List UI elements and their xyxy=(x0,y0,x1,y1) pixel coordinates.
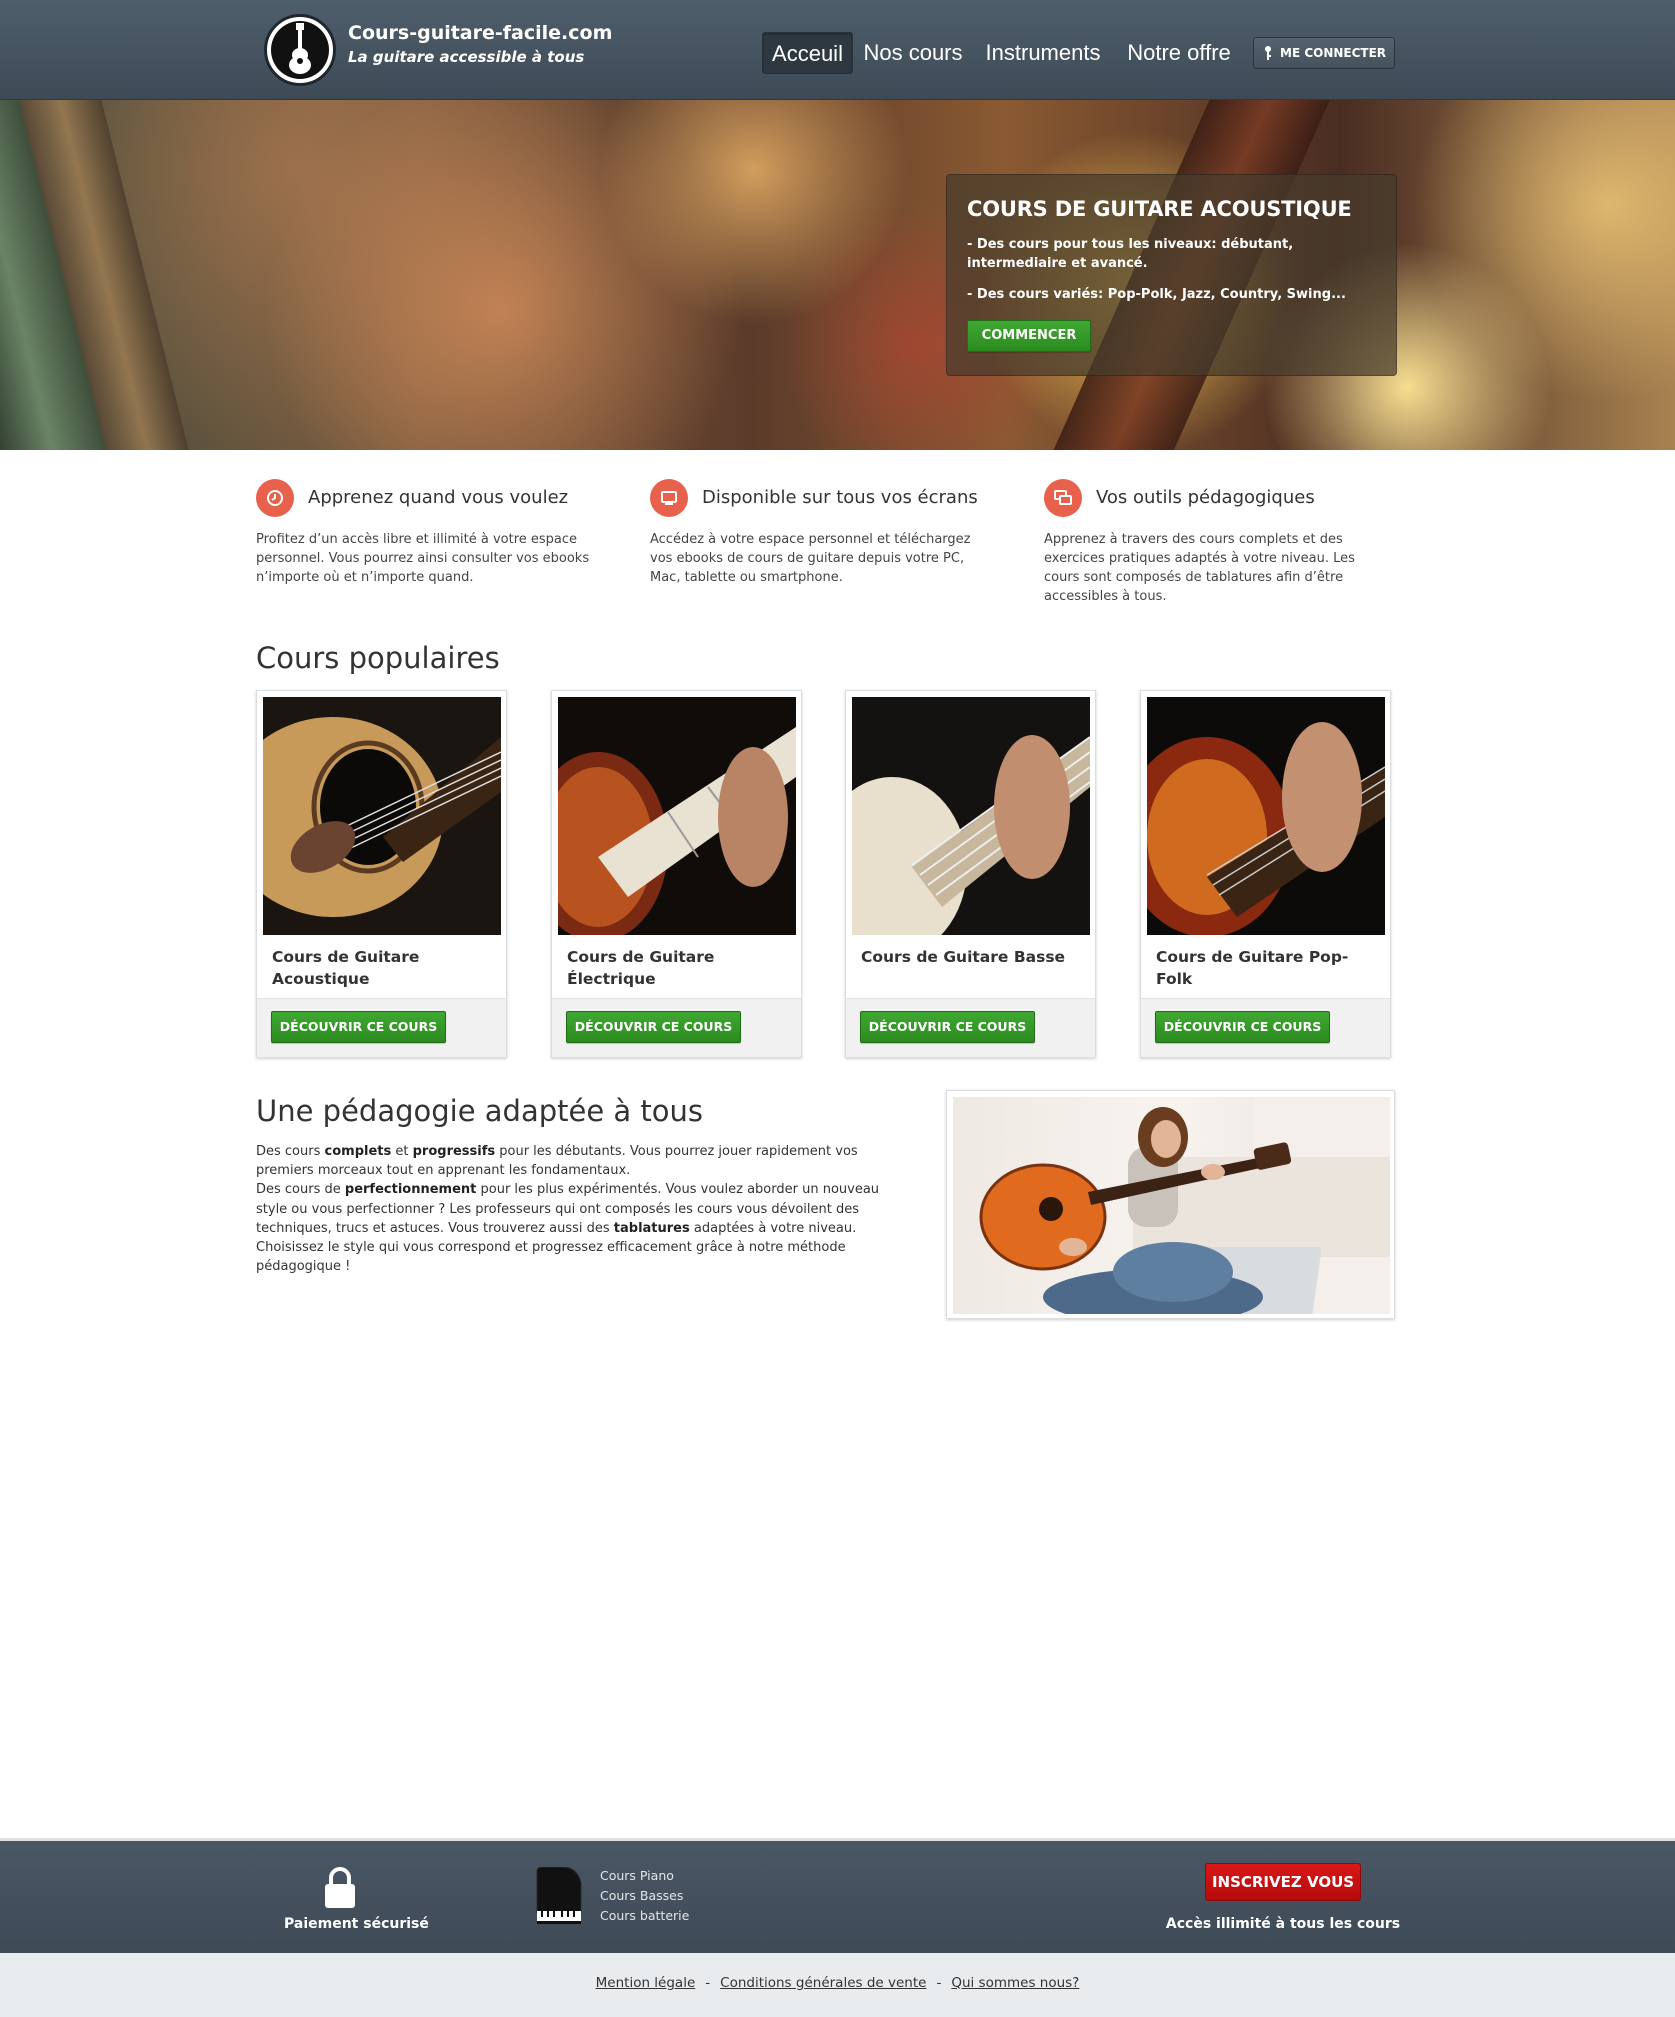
hero-banner xyxy=(0,100,1675,450)
course-title[interactable]: Cours de Guitare Acoustique xyxy=(272,946,497,990)
hero-text-styles: - Des cours variés: Pop-Polk, Jazz, Coun… xyxy=(967,287,1346,302)
guitar-logo-icon[interactable] xyxy=(264,14,336,86)
pedagogy-title: Une pédagogie adaptée à tous xyxy=(256,1094,703,1128)
clock-icon xyxy=(256,479,294,517)
discover-course-button[interactable]: DÉCOUVRIR CE COURS xyxy=(566,1011,741,1043)
login-button[interactable]: ME CONNECTER xyxy=(1253,37,1395,69)
footer-link-batterie[interactable]: Cours batterie xyxy=(600,1908,689,1923)
hero-callout: COURS DE GUITARE ACOUSTIQUE - Des cours … xyxy=(946,174,1397,376)
course-card[interactable]: Cours de Guitare Électrique DÉCOUVRIR CE… xyxy=(551,690,802,1058)
key-icon xyxy=(1265,46,1271,60)
popular-courses-title: Cours populaires xyxy=(256,641,500,675)
pedagogy-image-frame xyxy=(946,1090,1395,1319)
lock-icon xyxy=(325,1867,355,1908)
chat-icon xyxy=(1044,479,1082,517)
card-footer: DÉCOUVRIR CE COURS xyxy=(257,998,506,1057)
screen-icon xyxy=(650,479,688,517)
terms-link[interactable]: Conditions générales de vente xyxy=(720,1975,926,1991)
pop-folk-guitar-image[interactable] xyxy=(1147,697,1385,935)
course-card[interactable]: Cours de Guitare Pop-Folk DÉCOUVRIR CE C… xyxy=(1140,690,1391,1058)
site-header: Cours-guitare-facile.com La guitare acce… xyxy=(0,0,1675,100)
card-footer: DÉCOUVRIR CE COURS xyxy=(552,998,801,1057)
feature-title: Apprenez quand vous voulez xyxy=(308,487,569,508)
separator: - xyxy=(705,1975,711,1991)
feature-text: Profitez d’un accès libre et illimité à … xyxy=(256,532,590,585)
discover-course-button[interactable]: DÉCOUVRIR CE COURS xyxy=(271,1011,446,1043)
nav-nos-cours[interactable]: Nos cours xyxy=(862,32,964,74)
secure-payment-label: Paiement sécurisé xyxy=(284,1916,429,1932)
start-button[interactable]: COMMENCER xyxy=(967,320,1091,352)
card-footer: DÉCOUVRIR CE COURS xyxy=(1141,998,1390,1057)
footer-link-piano[interactable]: Cours Piano xyxy=(600,1868,674,1883)
hero-title: COURS DE GUITARE ACOUSTIQUE xyxy=(967,197,1352,221)
signup-button[interactable]: INSCRIVEZ VOUS xyxy=(1205,1863,1361,1901)
site-tagline: La guitare accessible à tous xyxy=(348,48,585,66)
hero-text-levels: - Des cours pour tous les niveaux: début… xyxy=(967,237,1294,271)
nav-notre-offre[interactable]: Notre offre xyxy=(1120,32,1238,74)
card-footer: DÉCOUVRIR CE COURS xyxy=(846,998,1095,1057)
feature-text: Accédez à votre espace personnel et télé… xyxy=(650,532,971,585)
about-us-link[interactable]: Qui sommes nous? xyxy=(951,1975,1079,1991)
nav-instruments[interactable]: Instruments xyxy=(978,32,1108,74)
discover-course-button[interactable]: DÉCOUVRIR CE COURS xyxy=(860,1011,1035,1043)
unlimited-access-label: Accès illimité à tous les cours xyxy=(1165,1916,1401,1932)
nav-accueil[interactable]: Acceuil xyxy=(762,32,853,74)
course-title[interactable]: Cours de Guitare Basse xyxy=(861,946,1086,968)
woman-guitar-image xyxy=(953,1097,1390,1314)
site-footer: Paiement sécurisé Cours Piano Cours Bass… xyxy=(0,1838,1675,1953)
acoustic-guitar-image[interactable] xyxy=(263,697,501,935)
course-card[interactable]: Cours de Guitare Basse DÉCOUVRIR CE COUR… xyxy=(845,690,1096,1058)
pedagogy-text: Des cours complets et progressifs pour l… xyxy=(256,1144,880,1275)
legal-bar: Mention légale - Conditions générales de v… xyxy=(0,1953,1675,2017)
discover-course-button[interactable]: DÉCOUVRIR CE COURS xyxy=(1155,1011,1330,1043)
course-card[interactable]: Cours de Guitare Acoustique DÉCOUVRIR CE… xyxy=(256,690,507,1058)
course-title[interactable]: Cours de Guitare Pop-Folk xyxy=(1156,946,1381,990)
electric-guitar-image[interactable] xyxy=(558,697,796,935)
feature-text: Apprenez à travers des cours complets et… xyxy=(1044,532,1355,604)
bass-guitar-image[interactable] xyxy=(852,697,1090,935)
legal-mentions-link[interactable]: Mention légale xyxy=(596,1975,696,1991)
feature-title: Disponible sur tous vos écrans xyxy=(702,487,978,508)
feature-title: Vos outils pédagogiques xyxy=(1096,487,1315,508)
course-title[interactable]: Cours de Guitare Électrique xyxy=(567,946,792,990)
site-name[interactable]: Cours-guitare-facile.com xyxy=(348,22,612,44)
piano-icon xyxy=(536,1867,582,1924)
login-label: ME CONNECTER xyxy=(1280,46,1387,60)
separator: - xyxy=(936,1975,942,1991)
footer-link-basses[interactable]: Cours Basses xyxy=(600,1888,683,1903)
